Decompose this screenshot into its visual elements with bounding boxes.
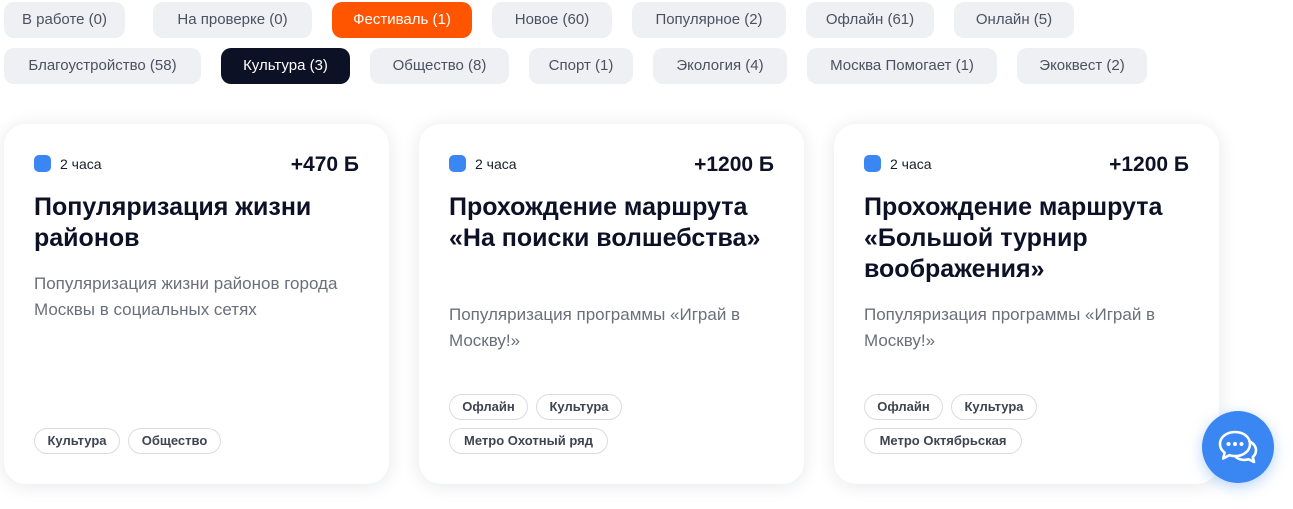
filter-chip-ecology[interactable]: Экология (4) [653, 48, 787, 84]
filter-chip-ecoquest[interactable]: Экоквест (2) [1017, 48, 1147, 84]
duration-marker-icon [449, 155, 466, 172]
card-description: Популяризация жизни районов города Москв… [34, 274, 338, 319]
filter-chip-popular[interactable]: Популярное (2) [632, 2, 786, 38]
filter-chip-online[interactable]: Онлайн (5) [954, 2, 1074, 38]
filter-chip-on-review[interactable]: На проверке (0) [153, 2, 312, 38]
task-card[interactable]: 2 часа +1200 Б Прохождение маршрута «На … [419, 124, 804, 484]
filter-chip-improvement[interactable]: Благоустройство (58) [4, 48, 201, 84]
duration-marker-icon [864, 155, 881, 172]
task-card[interactable]: 2 часа +470 Б Популяризация жизни районо… [4, 124, 389, 484]
tag[interactable]: Общество [128, 428, 221, 454]
filter-chip-sport[interactable]: Спорт (1) [529, 48, 633, 84]
tag[interactable]: Культура [34, 428, 120, 454]
filter-chip-in-progress[interactable]: В работе (0) [4, 2, 125, 38]
duration-label: 2 часа [60, 156, 102, 172]
tag[interactable]: Культура [536, 394, 622, 420]
chat-bubbles-icon [1218, 430, 1258, 464]
tag[interactable]: Метро Охотный ряд [449, 428, 608, 454]
card-description: Популяризация программы «Играй в Москву!… [864, 305, 1156, 350]
duration-label: 2 часа [890, 156, 932, 172]
filter-chip-festival[interactable]: Фестиваль (1) [332, 2, 472, 38]
card-title: Прохождение маршрута «На поиски волшебст… [449, 193, 761, 252]
points-reward: +1200 Б [694, 153, 774, 176]
tag[interactable]: Метро Октябрьская [864, 428, 1022, 454]
chat-button[interactable] [1202, 411, 1274, 483]
tag[interactable]: Офлайн [449, 394, 528, 420]
points-reward: +1200 Б [1109, 153, 1189, 176]
card-title: Прохождение маршрута «Большой турнир воо… [864, 193, 1163, 283]
filter-chip-new[interactable]: Новое (60) [492, 2, 612, 38]
duration-label: 2 часа [475, 156, 517, 172]
filter-chip-moscow-helps[interactable]: Москва Помогает (1) [807, 48, 997, 84]
filter-chip-society[interactable]: Общество (8) [370, 48, 509, 84]
filter-chip-offline[interactable]: Офлайн (61) [806, 2, 934, 38]
filter-chips: В работе (0) На проверке (0) Фестиваль (… [0, 0, 1293, 100]
points-reward: +470 Б [290, 153, 359, 176]
filter-chip-culture[interactable]: Культура (3) [221, 48, 350, 84]
tag[interactable]: Офлайн [864, 394, 943, 420]
tag[interactable]: Культура [951, 394, 1037, 420]
duration-marker-icon [34, 155, 51, 172]
task-card[interactable]: 2 часа +1200 Б Прохождение маршрута «Бол… [834, 124, 1219, 484]
card-title: Популяризация жизни районов [34, 193, 312, 252]
card-description: Популяризация программы «Играй в Москву!… [449, 305, 741, 350]
